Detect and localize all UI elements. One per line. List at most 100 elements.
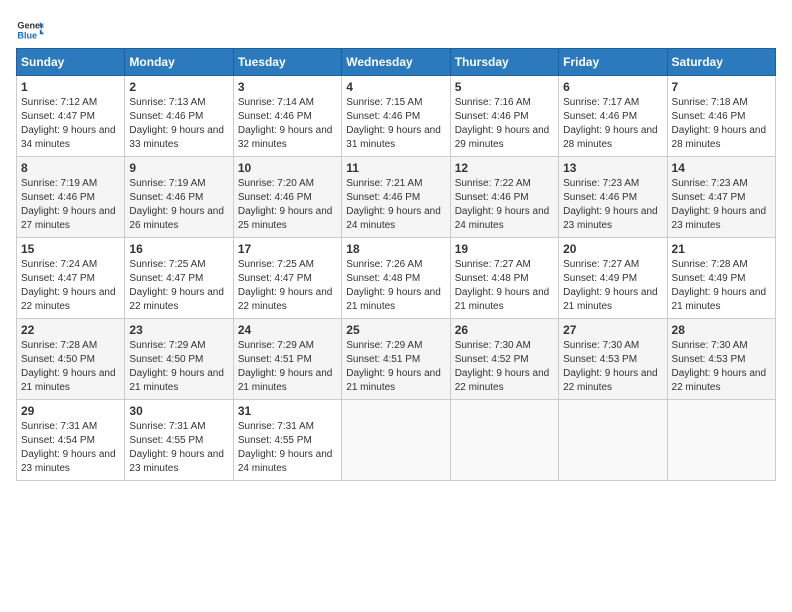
calendar-cell: 30 Sunrise: 7:31 AM Sunset: 4:55 PM Dayl… [125, 400, 233, 481]
day-info: Sunrise: 7:12 AM Sunset: 4:47 PM Dayligh… [21, 96, 120, 152]
day-number: 31 [238, 404, 337, 418]
calendar-cell: 13 Sunrise: 7:23 AM Sunset: 4:46 PM Dayl… [559, 157, 667, 238]
day-info: Sunrise: 7:24 AM Sunset: 4:47 PM Dayligh… [21, 258, 120, 314]
calendar-cell: 31 Sunrise: 7:31 AM Sunset: 4:55 PM Dayl… [233, 400, 341, 481]
day-info: Sunrise: 7:27 AM Sunset: 4:48 PM Dayligh… [455, 258, 554, 314]
weekday-header-tuesday: Tuesday [233, 49, 341, 76]
day-number: 2 [129, 80, 228, 94]
calendar-cell: 29 Sunrise: 7:31 AM Sunset: 4:54 PM Dayl… [17, 400, 125, 481]
calendar-cell: 12 Sunrise: 7:22 AM Sunset: 4:46 PM Dayl… [450, 157, 558, 238]
day-info: Sunrise: 7:23 AM Sunset: 4:46 PM Dayligh… [563, 177, 662, 233]
day-info: Sunrise: 7:29 AM Sunset: 4:51 PM Dayligh… [346, 339, 445, 395]
calendar-cell: 18 Sunrise: 7:26 AM Sunset: 4:48 PM Dayl… [342, 238, 450, 319]
weekday-header-thursday: Thursday [450, 49, 558, 76]
calendar-cell: 7 Sunrise: 7:18 AM Sunset: 4:46 PM Dayli… [667, 76, 775, 157]
logo-icon: General Blue [16, 16, 44, 44]
day-info: Sunrise: 7:13 AM Sunset: 4:46 PM Dayligh… [129, 96, 228, 152]
day-info: Sunrise: 7:31 AM Sunset: 4:54 PM Dayligh… [21, 420, 120, 476]
calendar-cell: 9 Sunrise: 7:19 AM Sunset: 4:46 PM Dayli… [125, 157, 233, 238]
day-info: Sunrise: 7:21 AM Sunset: 4:46 PM Dayligh… [346, 177, 445, 233]
weekday-header-saturday: Saturday [667, 49, 775, 76]
calendar-cell: 4 Sunrise: 7:15 AM Sunset: 4:46 PM Dayli… [342, 76, 450, 157]
day-number: 22 [21, 323, 120, 337]
day-number: 18 [346, 242, 445, 256]
day-number: 26 [455, 323, 554, 337]
day-info: Sunrise: 7:31 AM Sunset: 4:55 PM Dayligh… [129, 420, 228, 476]
calendar-cell: 25 Sunrise: 7:29 AM Sunset: 4:51 PM Dayl… [342, 319, 450, 400]
calendar-cell: 20 Sunrise: 7:27 AM Sunset: 4:49 PM Dayl… [559, 238, 667, 319]
day-number: 30 [129, 404, 228, 418]
calendar-cell: 15 Sunrise: 7:24 AM Sunset: 4:47 PM Dayl… [17, 238, 125, 319]
calendar-cell [559, 400, 667, 481]
day-info: Sunrise: 7:26 AM Sunset: 4:48 PM Dayligh… [346, 258, 445, 314]
day-info: Sunrise: 7:30 AM Sunset: 4:53 PM Dayligh… [672, 339, 771, 395]
day-number: 17 [238, 242, 337, 256]
calendar-cell: 16 Sunrise: 7:25 AM Sunset: 4:47 PM Dayl… [125, 238, 233, 319]
calendar-cell: 27 Sunrise: 7:30 AM Sunset: 4:53 PM Dayl… [559, 319, 667, 400]
day-info: Sunrise: 7:30 AM Sunset: 4:53 PM Dayligh… [563, 339, 662, 395]
calendar-cell: 23 Sunrise: 7:29 AM Sunset: 4:50 PM Dayl… [125, 319, 233, 400]
day-number: 1 [21, 80, 120, 94]
calendar-cell: 1 Sunrise: 7:12 AM Sunset: 4:47 PM Dayli… [17, 76, 125, 157]
day-number: 11 [346, 161, 445, 175]
day-number: 20 [563, 242, 662, 256]
day-number: 21 [672, 242, 771, 256]
day-info: Sunrise: 7:17 AM Sunset: 4:46 PM Dayligh… [563, 96, 662, 152]
day-number: 3 [238, 80, 337, 94]
day-number: 14 [672, 161, 771, 175]
day-info: Sunrise: 7:30 AM Sunset: 4:52 PM Dayligh… [455, 339, 554, 395]
calendar-cell: 26 Sunrise: 7:30 AM Sunset: 4:52 PM Dayl… [450, 319, 558, 400]
day-number: 4 [346, 80, 445, 94]
calendar-cell [450, 400, 558, 481]
day-info: Sunrise: 7:20 AM Sunset: 4:46 PM Dayligh… [238, 177, 337, 233]
weekday-header-monday: Monday [125, 49, 233, 76]
calendar-table: SundayMondayTuesdayWednesdayThursdayFrid… [16, 48, 776, 481]
calendar-cell: 28 Sunrise: 7:30 AM Sunset: 4:53 PM Dayl… [667, 319, 775, 400]
calendar-cell: 21 Sunrise: 7:28 AM Sunset: 4:49 PM Dayl… [667, 238, 775, 319]
day-info: Sunrise: 7:29 AM Sunset: 4:50 PM Dayligh… [129, 339, 228, 395]
calendar-cell: 19 Sunrise: 7:27 AM Sunset: 4:48 PM Dayl… [450, 238, 558, 319]
day-number: 15 [21, 242, 120, 256]
weekday-header-wednesday: Wednesday [342, 49, 450, 76]
day-number: 25 [346, 323, 445, 337]
day-number: 19 [455, 242, 554, 256]
day-info: Sunrise: 7:28 AM Sunset: 4:49 PM Dayligh… [672, 258, 771, 314]
page-header: General Blue [16, 16, 776, 44]
day-info: Sunrise: 7:18 AM Sunset: 4:46 PM Dayligh… [672, 96, 771, 152]
calendar-cell: 11 Sunrise: 7:21 AM Sunset: 4:46 PM Dayl… [342, 157, 450, 238]
calendar-cell: 8 Sunrise: 7:19 AM Sunset: 4:46 PM Dayli… [17, 157, 125, 238]
calendar-cell: 10 Sunrise: 7:20 AM Sunset: 4:46 PM Dayl… [233, 157, 341, 238]
day-info: Sunrise: 7:15 AM Sunset: 4:46 PM Dayligh… [346, 96, 445, 152]
day-info: Sunrise: 7:22 AM Sunset: 4:46 PM Dayligh… [455, 177, 554, 233]
calendar-cell: 17 Sunrise: 7:25 AM Sunset: 4:47 PM Dayl… [233, 238, 341, 319]
day-info: Sunrise: 7:28 AM Sunset: 4:50 PM Dayligh… [21, 339, 120, 395]
logo: General Blue [16, 16, 44, 44]
day-info: Sunrise: 7:23 AM Sunset: 4:47 PM Dayligh… [672, 177, 771, 233]
day-number: 28 [672, 323, 771, 337]
calendar-cell: 24 Sunrise: 7:29 AM Sunset: 4:51 PM Dayl… [233, 319, 341, 400]
day-info: Sunrise: 7:29 AM Sunset: 4:51 PM Dayligh… [238, 339, 337, 395]
day-number: 7 [672, 80, 771, 94]
day-number: 8 [21, 161, 120, 175]
day-number: 6 [563, 80, 662, 94]
calendar-cell [667, 400, 775, 481]
day-info: Sunrise: 7:14 AM Sunset: 4:46 PM Dayligh… [238, 96, 337, 152]
calendar-cell: 2 Sunrise: 7:13 AM Sunset: 4:46 PM Dayli… [125, 76, 233, 157]
svg-text:Blue: Blue [17, 30, 37, 40]
day-number: 5 [455, 80, 554, 94]
weekday-header-friday: Friday [559, 49, 667, 76]
day-info: Sunrise: 7:31 AM Sunset: 4:55 PM Dayligh… [238, 420, 337, 476]
day-number: 29 [21, 404, 120, 418]
day-number: 13 [563, 161, 662, 175]
day-number: 23 [129, 323, 228, 337]
day-number: 27 [563, 323, 662, 337]
calendar-cell: 6 Sunrise: 7:17 AM Sunset: 4:46 PM Dayli… [559, 76, 667, 157]
day-number: 24 [238, 323, 337, 337]
day-info: Sunrise: 7:19 AM Sunset: 4:46 PM Dayligh… [21, 177, 120, 233]
day-info: Sunrise: 7:27 AM Sunset: 4:49 PM Dayligh… [563, 258, 662, 314]
day-info: Sunrise: 7:19 AM Sunset: 4:46 PM Dayligh… [129, 177, 228, 233]
day-number: 16 [129, 242, 228, 256]
calendar-cell: 22 Sunrise: 7:28 AM Sunset: 4:50 PM Dayl… [17, 319, 125, 400]
day-info: Sunrise: 7:16 AM Sunset: 4:46 PM Dayligh… [455, 96, 554, 152]
day-number: 10 [238, 161, 337, 175]
